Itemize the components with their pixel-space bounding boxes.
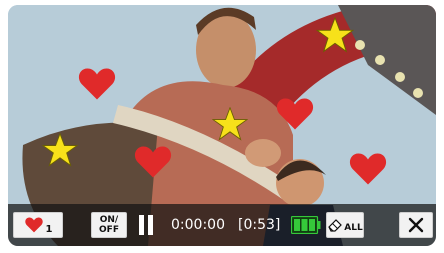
playback-control-bar: 1 ON/ OFF 0:00:00 [0:53] ALL [8, 204, 436, 246]
eraser-icon [328, 219, 343, 232]
close-icon [408, 217, 424, 233]
heart-stamp [134, 146, 172, 178]
heart-stamp [276, 98, 314, 130]
app-frame: 1 ON/ OFF 0:00:00 [0:53] ALL [0, 0, 444, 253]
favorite-button[interactable]: 1 [13, 212, 63, 238]
video-viewport: 1 ON/ OFF 0:00:00 [0:53] ALL [8, 5, 436, 246]
star-stamp [316, 17, 354, 53]
battery-icon [291, 216, 321, 234]
heart-stamp [349, 153, 387, 185]
heart-icon [24, 217, 43, 233]
on-off-label-line2: OFF [99, 225, 119, 235]
clear-all-button[interactable]: ALL [326, 212, 364, 238]
heart-stamp [78, 68, 116, 100]
star-stamp [212, 107, 248, 141]
on-off-label-line1: ON/ [99, 215, 119, 225]
clear-all-label: ALL [344, 223, 363, 233]
pause-icon[interactable] [139, 215, 155, 235]
favorite-count: 1 [45, 223, 53, 235]
elapsed-time: 0:00:00 [171, 217, 225, 233]
star-stamp [42, 133, 78, 167]
total-duration: [0:53] [238, 217, 281, 233]
on-off-button[interactable]: ON/ OFF [91, 212, 127, 238]
close-button[interactable] [399, 212, 433, 238]
